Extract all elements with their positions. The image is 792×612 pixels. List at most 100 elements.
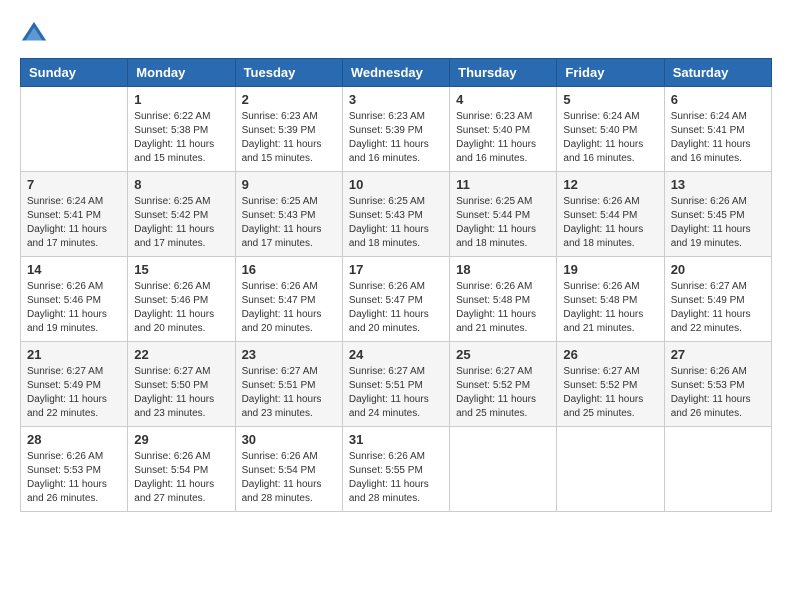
day-number: 28 [27, 432, 121, 447]
day-info: Sunrise: 6:27 AMSunset: 5:52 PMDaylight:… [456, 365, 550, 421]
logo [20, 20, 52, 48]
week-row-2: 14 Sunrise: 6:26 AMSunset: 5:46 PMDayligh… [21, 257, 772, 342]
page-header [20, 20, 772, 48]
day-info: Sunrise: 6:26 AMSunset: 5:54 PMDaylight:… [134, 450, 228, 506]
calendar-cell: 17Sunrise: 6:26 AMSunset: 5:47 PMDayligh… [342, 257, 449, 342]
day-info: Sunrise: 6:27 AMSunset: 5:51 PMDaylight:… [242, 365, 336, 421]
calendar-cell: 16 Sunrise: 6:26 AMSunset: 5:47 PMDayligh… [235, 257, 342, 342]
weekday-header-row: SundayMondayTuesdayWednesdayThursdayFrid… [21, 59, 772, 87]
calendar-cell: 30Sunrise: 6:26 AMSunset: 5:54 PMDayligh… [235, 427, 342, 512]
day-number: 18 [456, 262, 550, 277]
day-number: 25 [456, 347, 550, 362]
day-info: Sunrise: 6:27 AMSunset: 5:51 PMDaylight:… [349, 365, 443, 421]
day-number: 16 [242, 262, 336, 277]
day-number: 22 [134, 347, 228, 362]
day-info: Sunrise: 6:26 AMSunset: 5:55 PMDaylight:… [349, 450, 443, 506]
day-number: 29 [134, 432, 228, 447]
day-info: Sunrise: 6:23 AMSunset: 5:39 PMDaylight:… [349, 110, 443, 166]
day-number: 2 [242, 92, 336, 107]
calendar-cell: 15 Sunrise: 6:26 AMSunset: 5:46 PMDayligh… [128, 257, 235, 342]
calendar-cell: 4 Sunrise: 6:23 AMSunset: 5:40 PMDaylight… [450, 87, 557, 172]
day-info: Sunrise: 6:25 AMSunset: 5:43 PMDaylight:… [349, 195, 443, 251]
day-number: 19 [563, 262, 657, 277]
day-number: 5 [563, 92, 657, 107]
day-info: Sunrise: 6:24 AMSunset: 5:40 PMDaylight:… [563, 110, 657, 166]
calendar-cell: 2 Sunrise: 6:23 AMSunset: 5:39 PMDaylight… [235, 87, 342, 172]
day-info: Sunrise: 6:26 AMSunset: 5:46 PMDaylight:… [27, 280, 121, 336]
calendar-cell [21, 87, 128, 172]
calendar-cell: 1 Sunrise: 6:22 AMSunset: 5:38 PMDaylight… [128, 87, 235, 172]
day-number: 30 [242, 432, 336, 447]
day-info: Sunrise: 6:26 AMSunset: 5:44 PMDaylight:… [563, 195, 657, 251]
calendar-cell: 27 Sunrise: 6:26 AMSunset: 5:53 PMDayligh… [664, 342, 771, 427]
day-number: 4 [456, 92, 550, 107]
calendar-cell: 26Sunrise: 6:27 AMSunset: 5:52 PMDayligh… [557, 342, 664, 427]
calendar-cell: 24Sunrise: 6:27 AMSunset: 5:51 PMDayligh… [342, 342, 449, 427]
week-row-3: 21Sunrise: 6:27 AMSunset: 5:49 PMDayligh… [21, 342, 772, 427]
day-number: 12 [563, 177, 657, 192]
day-info: Sunrise: 6:23 AMSunset: 5:40 PMDaylight:… [456, 110, 550, 166]
day-info: Sunrise: 6:25 AMSunset: 5:43 PMDaylight:… [242, 195, 336, 251]
calendar-cell [664, 427, 771, 512]
day-info: Sunrise: 6:27 AMSunset: 5:50 PMDaylight:… [134, 365, 228, 421]
day-info: Sunrise: 6:26 AMSunset: 5:48 PMDaylight:… [563, 280, 657, 336]
calendar-cell [450, 427, 557, 512]
weekday-header-tuesday: Tuesday [235, 59, 342, 87]
weekday-header-friday: Friday [557, 59, 664, 87]
calendar-cell: 10 Sunrise: 6:25 AMSunset: 5:43 PMDayligh… [342, 172, 449, 257]
day-info: Sunrise: 6:26 AMSunset: 5:53 PMDaylight:… [671, 365, 765, 421]
calendar-cell [557, 427, 664, 512]
day-info: Sunrise: 6:26 AMSunset: 5:53 PMDaylight:… [27, 450, 121, 506]
day-number: 15 [134, 262, 228, 277]
week-row-0: 1 Sunrise: 6:22 AMSunset: 5:38 PMDaylight… [21, 87, 772, 172]
calendar-cell: 31 Sunrise: 6:26 AMSunset: 5:55 PMDayligh… [342, 427, 449, 512]
day-info: Sunrise: 6:22 AMSunset: 5:38 PMDaylight:… [134, 110, 228, 166]
weekday-header-sunday: Sunday [21, 59, 128, 87]
day-number: 11 [456, 177, 550, 192]
calendar-cell: 22 Sunrise: 6:27 AMSunset: 5:50 PMDayligh… [128, 342, 235, 427]
day-info: Sunrise: 6:24 AMSunset: 5:41 PMDaylight:… [671, 110, 765, 166]
calendar-cell: 13 Sunrise: 6:26 AMSunset: 5:45 PMDayligh… [664, 172, 771, 257]
day-info: Sunrise: 6:26 AMSunset: 5:48 PMDaylight:… [456, 280, 550, 336]
day-info: Sunrise: 6:23 AMSunset: 5:39 PMDaylight:… [242, 110, 336, 166]
day-number: 6 [671, 92, 765, 107]
calendar-cell: 7Sunrise: 6:24 AMSunset: 5:41 PMDaylight… [21, 172, 128, 257]
calendar-cell: 3 Sunrise: 6:23 AMSunset: 5:39 PMDaylight… [342, 87, 449, 172]
calendar-table: SundayMondayTuesdayWednesdayThursdayFrid… [20, 58, 772, 512]
day-info: Sunrise: 6:25 AMSunset: 5:44 PMDaylight:… [456, 195, 550, 251]
week-row-1: 7Sunrise: 6:24 AMSunset: 5:41 PMDaylight… [21, 172, 772, 257]
weekday-header-saturday: Saturday [664, 59, 771, 87]
day-info: Sunrise: 6:27 AMSunset: 5:49 PMDaylight:… [27, 365, 121, 421]
day-number: 8 [134, 177, 228, 192]
calendar-cell: 21Sunrise: 6:27 AMSunset: 5:49 PMDayligh… [21, 342, 128, 427]
weekday-header-monday: Monday [128, 59, 235, 87]
day-number: 31 [349, 432, 443, 447]
day-info: Sunrise: 6:26 AMSunset: 5:45 PMDaylight:… [671, 195, 765, 251]
calendar-cell: 28 Sunrise: 6:26 AMSunset: 5:53 PMDayligh… [21, 427, 128, 512]
calendar-cell: 12 Sunrise: 6:26 AMSunset: 5:44 PMDayligh… [557, 172, 664, 257]
day-number: 20 [671, 262, 765, 277]
calendar-cell: 9 Sunrise: 6:25 AMSunset: 5:43 PMDaylight… [235, 172, 342, 257]
calendar-cell: 14 Sunrise: 6:26 AMSunset: 5:46 PMDayligh… [21, 257, 128, 342]
day-info: Sunrise: 6:26 AMSunset: 5:47 PMDaylight:… [349, 280, 443, 336]
week-row-4: 28 Sunrise: 6:26 AMSunset: 5:53 PMDayligh… [21, 427, 772, 512]
calendar-cell: 25 Sunrise: 6:27 AMSunset: 5:52 PMDayligh… [450, 342, 557, 427]
day-number: 3 [349, 92, 443, 107]
day-number: 10 [349, 177, 443, 192]
day-info: Sunrise: 6:26 AMSunset: 5:47 PMDaylight:… [242, 280, 336, 336]
day-info: Sunrise: 6:26 AMSunset: 5:46 PMDaylight:… [134, 280, 228, 336]
day-number: 14 [27, 262, 121, 277]
calendar-cell: 23Sunrise: 6:27 AMSunset: 5:51 PMDayligh… [235, 342, 342, 427]
day-number: 9 [242, 177, 336, 192]
day-info: Sunrise: 6:24 AMSunset: 5:41 PMDaylight:… [27, 195, 121, 251]
calendar-cell: 19 Sunrise: 6:26 AMSunset: 5:48 PMDayligh… [557, 257, 664, 342]
day-number: 27 [671, 347, 765, 362]
calendar-cell: 18 Sunrise: 6:26 AMSunset: 5:48 PMDayligh… [450, 257, 557, 342]
day-info: Sunrise: 6:27 AMSunset: 5:49 PMDaylight:… [671, 280, 765, 336]
weekday-header-wednesday: Wednesday [342, 59, 449, 87]
day-number: 1 [134, 92, 228, 107]
day-info: Sunrise: 6:25 AMSunset: 5:42 PMDaylight:… [134, 195, 228, 251]
calendar-cell: 8 Sunrise: 6:25 AMSunset: 5:42 PMDaylight… [128, 172, 235, 257]
day-info: Sunrise: 6:27 AMSunset: 5:52 PMDaylight:… [563, 365, 657, 421]
day-number: 13 [671, 177, 765, 192]
